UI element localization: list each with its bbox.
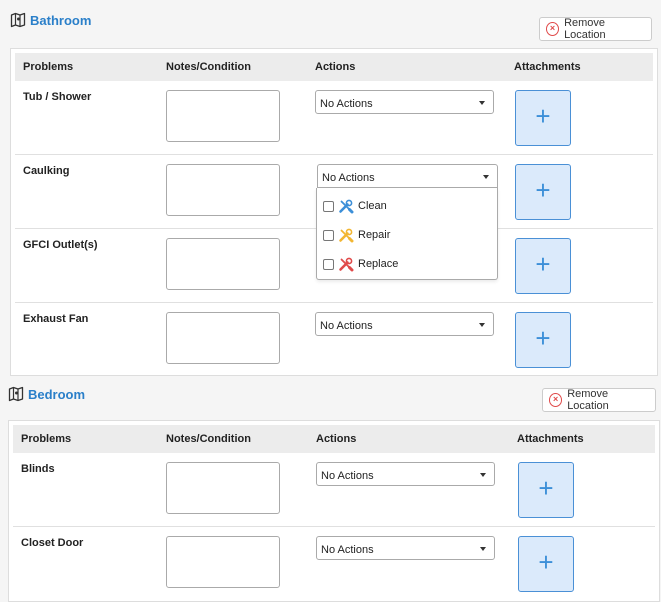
actions-select[interactable]: No Actions — [315, 312, 494, 336]
column-header-actions: Actions — [315, 61, 356, 73]
problem-name: Exhaust Fan — [23, 313, 89, 325]
caret-down-icon — [479, 323, 485, 327]
table-header: Problems Notes/Condition Actions Attachm… — [15, 53, 653, 81]
column-header-actions: Actions — [316, 433, 357, 445]
add-attachment-button[interactable]: + — [515, 238, 571, 294]
column-header-notes: Notes/Condition — [166, 61, 251, 73]
problem-name: Caulking — [23, 165, 70, 177]
location-title-text: Bathroom — [30, 12, 92, 28]
table-row: Closet Door No Actions + — [13, 527, 655, 601]
remove-location-label: Remove Location — [567, 388, 609, 412]
actions-select-value: No Actions — [320, 320, 373, 332]
wrench-screwdriver-icon — [339, 257, 354, 272]
dropdown-option-clean[interactable]: Clean — [323, 198, 387, 214]
add-attachment-button[interactable]: + — [515, 312, 571, 368]
dropdown-option-repair[interactable]: Repair — [323, 227, 390, 243]
dropdown-option-label: Repair — [358, 229, 391, 241]
checkbox[interactable] — [323, 200, 334, 212]
caret-down-icon — [479, 101, 485, 105]
notes-input[interactable] — [166, 536, 280, 588]
location-title: Bathroom — [10, 12, 91, 28]
dropdown-option-label: Clean — [358, 200, 387, 212]
notes-input[interactable] — [166, 462, 280, 514]
location-title: Bedroom — [8, 386, 85, 402]
table-row: Tub / Shower No Actions + — [15, 81, 653, 155]
actions-select-value: No Actions — [321, 544, 374, 556]
notes-input[interactable] — [166, 312, 280, 364]
actions-select[interactable]: No Actions — [316, 536, 495, 560]
column-header-problems: Problems — [21, 433, 72, 445]
actions-select-value: No Actions — [321, 470, 374, 482]
notes-input[interactable] — [166, 90, 280, 142]
location-bedroom: Bedroom × Remove Location Problems Notes… — [0, 376, 661, 602]
caret-down-icon — [480, 547, 486, 551]
remove-circle-icon: × — [549, 393, 563, 407]
wrench-screwdriver-icon — [339, 228, 354, 243]
remove-location-label: Remove Location — [564, 17, 606, 41]
actions-select[interactable]: No Actions — [317, 164, 498, 188]
table-row: Blinds No Actions + — [13, 453, 655, 527]
caret-down-icon — [480, 473, 486, 477]
actions-select-value: No Actions — [322, 172, 375, 184]
dropdown-option-label: Replace — [358, 258, 399, 270]
actions-dropdown-menu: Clean Repair Replace — [316, 188, 498, 280]
add-attachment-button[interactable]: + — [515, 164, 571, 220]
add-attachment-button[interactable]: + — [518, 536, 574, 592]
table-header: Problems Notes/Condition Actions Attachm… — [13, 425, 655, 453]
checkbox[interactable] — [323, 258, 334, 270]
location-header: Bathroom × Remove Location — [0, 0, 661, 48]
add-attachment-button[interactable]: + — [515, 90, 571, 146]
problems-table: Problems Notes/Condition Actions Attachm… — [8, 420, 660, 602]
actions-select[interactable]: No Actions — [315, 90, 494, 114]
column-header-notes: Notes/Condition — [166, 433, 251, 445]
remove-location-button[interactable]: × Remove Location — [542, 388, 656, 412]
problem-name: Blinds — [21, 463, 55, 475]
actions-select-value: No Actions — [320, 98, 373, 110]
actions-select[interactable]: No Actions — [316, 462, 495, 486]
map-icon — [10, 12, 26, 28]
location-title-text: Bedroom — [28, 386, 86, 402]
wrench-screwdriver-icon — [339, 199, 354, 214]
problem-name: Tub / Shower — [23, 91, 92, 103]
notes-input[interactable] — [166, 164, 280, 216]
remove-circle-icon: × — [546, 22, 560, 36]
checkbox[interactable] — [323, 229, 334, 241]
column-header-attachments: Attachments — [514, 61, 581, 73]
column-header-problems: Problems — [23, 61, 74, 73]
column-header-attachments: Attachments — [517, 433, 584, 445]
add-attachment-button[interactable]: + — [518, 462, 574, 518]
notes-input[interactable] — [166, 238, 280, 290]
caret-down-icon — [483, 175, 489, 179]
dropdown-option-replace[interactable]: Replace — [323, 256, 398, 272]
table-row: Exhaust Fan No Actions + — [15, 303, 653, 377]
problem-name: GFCI Outlet(s) — [23, 239, 98, 251]
problem-name: Closet Door — [21, 537, 84, 549]
location-header: Bedroom × Remove Location — [0, 376, 661, 420]
remove-location-button[interactable]: × Remove Location — [539, 17, 652, 41]
map-icon — [8, 386, 24, 402]
